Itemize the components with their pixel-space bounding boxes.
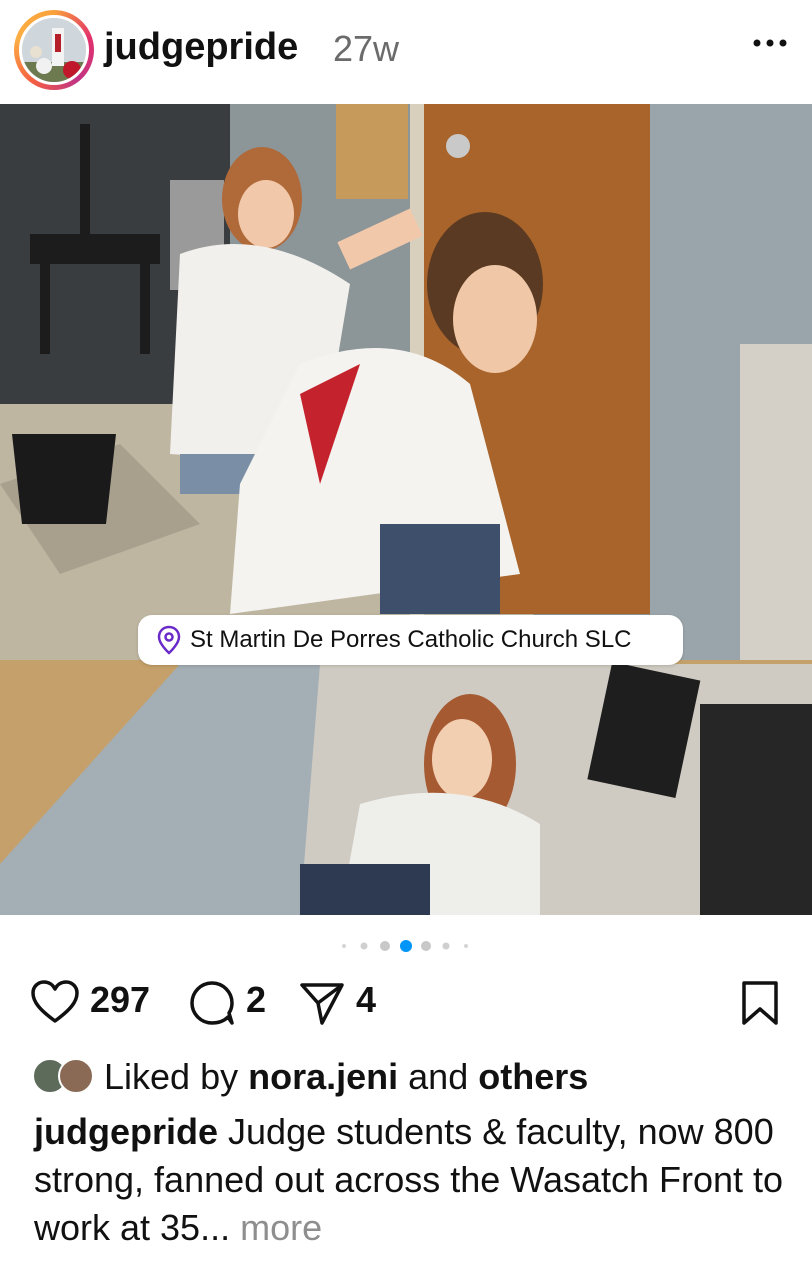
carousel-dot [380,941,390,951]
liked-by-row[interactable]: Liked by nora.jeni and others [32,1054,792,1102]
carousel-dot-active [400,940,412,952]
liked-by-others[interactable]: others [478,1056,588,1097]
carousel-dot [464,944,468,948]
story-ring[interactable] [14,10,94,90]
caption-username[interactable]: judgepride [34,1111,218,1152]
carousel-dot [342,944,346,948]
post-header: judgepride 27w [0,0,812,104]
post-caption: judgepride Judge students & faculty, now… [34,1108,784,1252]
liked-by-conj: and [408,1056,469,1097]
post-username[interactable]: judgepride [104,26,298,69]
avatar [58,1058,94,1094]
carousel-dot [442,942,450,950]
liked-by-text: Liked by nora.jeni and others [104,1056,588,1098]
post-photo[interactable]: St Martin De Porres Catholic Church SLC [0,104,812,915]
location-tag[interactable]: St Martin De Porres Catholic Church SLC [138,615,683,665]
heart-icon[interactable] [30,979,80,1025]
location-label: St Martin De Porres Catholic Church SLC [190,626,632,653]
carousel-dot [421,941,431,951]
carousel-dot [360,942,368,950]
share-count[interactable]: 4 [356,979,376,1021]
action-bar: 297 2 4 [0,975,812,1035]
liker-avatars [32,1058,98,1096]
bookmark-icon[interactable] [740,979,780,1027]
avatar[interactable] [19,15,89,85]
carousel-indicator [342,940,468,952]
location-pin-icon [157,625,181,655]
post-time: 27w [333,28,400,69]
liked-by-user[interactable]: nora.jeni [248,1056,398,1097]
caption-more-link[interactable]: more [240,1207,322,1248]
like-count[interactable]: 297 [90,979,150,1021]
comment-icon[interactable] [188,979,236,1027]
more-horizontal-icon[interactable] [750,28,790,58]
liked-by-prefix: Liked by [104,1056,239,1097]
comment-count[interactable]: 2 [246,979,266,1021]
send-icon[interactable] [298,979,346,1027]
